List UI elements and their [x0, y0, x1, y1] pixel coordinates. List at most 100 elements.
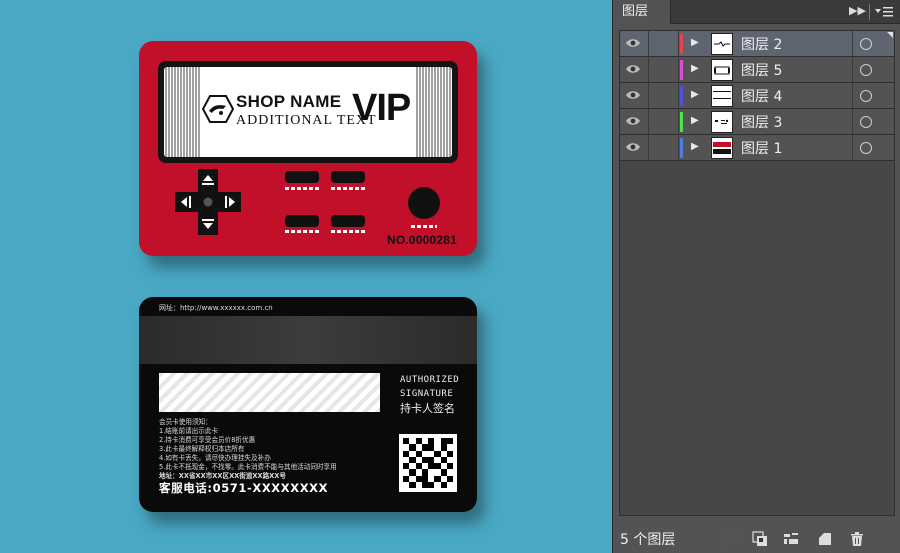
stripes-right — [416, 67, 451, 157]
card-button-4 — [331, 215, 365, 227]
row-separator — [648, 83, 649, 109]
layer-row[interactable]: ▶ 图层 4 — [620, 83, 894, 109]
row-separator — [852, 83, 853, 109]
trash-icon[interactable] — [849, 531, 865, 547]
layer-name[interactable]: 图层 4 — [741, 86, 782, 106]
card-website: 网址：http://www.xxxxxx.com.cn — [159, 304, 273, 312]
qr-code-grid — [403, 438, 453, 488]
card-button-4-dots — [331, 230, 365, 233]
layer-name[interactable]: 图层 2 — [741, 34, 782, 54]
layer-color-bar — [680, 138, 683, 158]
panel-footer: 5 个图层 — [613, 524, 900, 553]
card-screen-frame: SHOP NAME ADDITIONAL TEXT VIP — [158, 61, 458, 163]
layer-color-bar — [680, 112, 683, 132]
card-button-1-dots — [285, 187, 319, 190]
card-button-2-dots — [331, 187, 365, 190]
row-separator — [648, 109, 649, 135]
expand-triangle-icon[interactable]: ▶ — [691, 63, 699, 74]
vip-label: VIP — [352, 87, 411, 129]
card-number: NO.0000281 — [387, 233, 458, 247]
new-sublayer-icon[interactable] — [783, 531, 799, 547]
expand-triangle-icon[interactable]: ▶ — [691, 115, 699, 126]
target-circle-icon[interactable] — [860, 90, 872, 102]
card-button-1 — [285, 171, 319, 183]
row-separator — [648, 135, 649, 161]
layer-thumbnail — [711, 33, 733, 55]
dpad-icon — [175, 169, 241, 235]
layer-name[interactable]: 图层 1 — [741, 138, 782, 158]
signature-panel — [159, 373, 380, 412]
vip-card-back[interactable]: 网址：http://www.xxxxxx.com.cn AUTHORIZED S… — [139, 297, 477, 512]
layer-count: 5 个图层 — [620, 532, 676, 548]
qr-module — [446, 481, 453, 488]
double-chevron-right-icon[interactable]: ▶▶ — [849, 4, 866, 17]
notes-title: 会员卡使用须知： — [159, 418, 212, 426]
layer-color-bar — [680, 34, 683, 54]
note-line: 4.如有卡丢失，请尽快办理挂失及补办 — [159, 454, 271, 462]
card-button-2 — [331, 171, 365, 183]
row-separator — [678, 135, 679, 161]
visibility-eye-icon[interactable] — [625, 89, 641, 101]
layer-row[interactable]: ▶ 图层 1 — [620, 135, 894, 161]
tab-layers[interactable]: 图层 — [613, 0, 671, 24]
thumbnail-art — [713, 142, 731, 154]
visibility-eye-icon[interactable] — [625, 141, 641, 153]
layer-row[interactable]: ▶ 图层 2 — [620, 31, 894, 57]
thumbnail-art — [714, 41, 730, 47]
target-circle-icon[interactable] — [860, 142, 872, 154]
cardholder-signature: 持卡人签名 — [400, 402, 455, 415]
layer-row[interactable]: ▶ 图层 3 — [620, 109, 894, 135]
card-round-button-dots — [411, 225, 437, 228]
target-circle-icon[interactable] — [860, 64, 872, 76]
note-line: 5.此卡不抵现金，不找零。此卡消费不能与其他活动同时享用 — [159, 463, 337, 471]
layer-name[interactable]: 图层 5 — [741, 60, 782, 80]
layer-color-bar — [680, 60, 683, 80]
target-circle-icon[interactable] — [860, 38, 872, 50]
note-line: 2.持卡消费可享受会员价8折优惠 — [159, 436, 256, 444]
expand-triangle-icon[interactable]: ▶ — [691, 141, 699, 152]
panel-menu-icon[interactable] — [875, 6, 893, 18]
row-separator — [648, 31, 649, 57]
note-line: 3.此卡最终解释权归本店所有 — [159, 445, 245, 453]
panel-header: 图层 ▶▶ — [613, 0, 900, 24]
thumbnail-art — [714, 66, 730, 75]
layer-thumbnail — [711, 85, 733, 107]
layer-thumbnail — [711, 137, 733, 159]
visibility-eye-icon[interactable] — [625, 37, 641, 49]
vip-card-front[interactable]: SHOP NAME ADDITIONAL TEXT VIP NO.0000281 — [139, 41, 477, 256]
shop-logo-icon — [202, 95, 234, 123]
visibility-eye-icon[interactable] — [625, 115, 641, 127]
qr-code — [399, 434, 457, 492]
row-separator — [648, 57, 649, 83]
visibility-eye-icon[interactable] — [625, 63, 641, 75]
authorized-signature: AUTHORIZED SIGNATURE — [400, 373, 459, 401]
target-circle-icon[interactable] — [860, 116, 872, 128]
magnetic-stripe — [139, 316, 477, 364]
card-round-button — [408, 187, 440, 219]
locate-object-icon[interactable] — [723, 531, 739, 547]
card-button-3-dots — [285, 230, 319, 233]
row-separator — [852, 135, 853, 161]
selection-corner-icon — [887, 32, 893, 38]
layer-list: ▶ 图层 2 ▶ 图层 5 ▶ 图层 4 ▶ 图层 3 ▶ 图层 1 — [619, 30, 895, 516]
row-separator — [852, 31, 853, 57]
layer-thumbnail — [711, 59, 733, 81]
note-line: 1.结账前请出示此卡 — [159, 427, 219, 435]
layer-name[interactable]: 图层 3 — [741, 112, 782, 132]
clipping-mask-icon[interactable] — [752, 531, 768, 547]
row-separator — [678, 109, 679, 135]
header-divider — [869, 4, 870, 20]
layer-color-bar — [680, 86, 683, 106]
new-layer-icon[interactable] — [817, 531, 833, 547]
signature-text: SIGNATURE — [400, 389, 454, 399]
layer-row[interactable]: ▶ 图层 5 — [620, 57, 894, 83]
card-screen: SHOP NAME ADDITIONAL TEXT VIP — [164, 67, 452, 157]
expand-triangle-icon[interactable]: ▶ — [691, 89, 699, 100]
layers-panel: 图层 ▶▶ ▶ 图层 2 ▶ 图层 5 ▶ 图层 4 ▶ 图层 3 ▶ 图层 1… — [612, 0, 900, 553]
artboard-canvas[interactable]: SHOP NAME ADDITIONAL TEXT VIP NO.0000281… — [0, 0, 612, 553]
expand-triangle-icon[interactable]: ▶ — [691, 37, 699, 48]
authorized-text: AUTHORIZED — [400, 375, 460, 385]
layer-thumbnail — [711, 111, 733, 133]
thumbnail-art — [713, 91, 731, 99]
customer-service-hotline: 客服电话:0571-XXXXXXXX — [159, 481, 329, 495]
